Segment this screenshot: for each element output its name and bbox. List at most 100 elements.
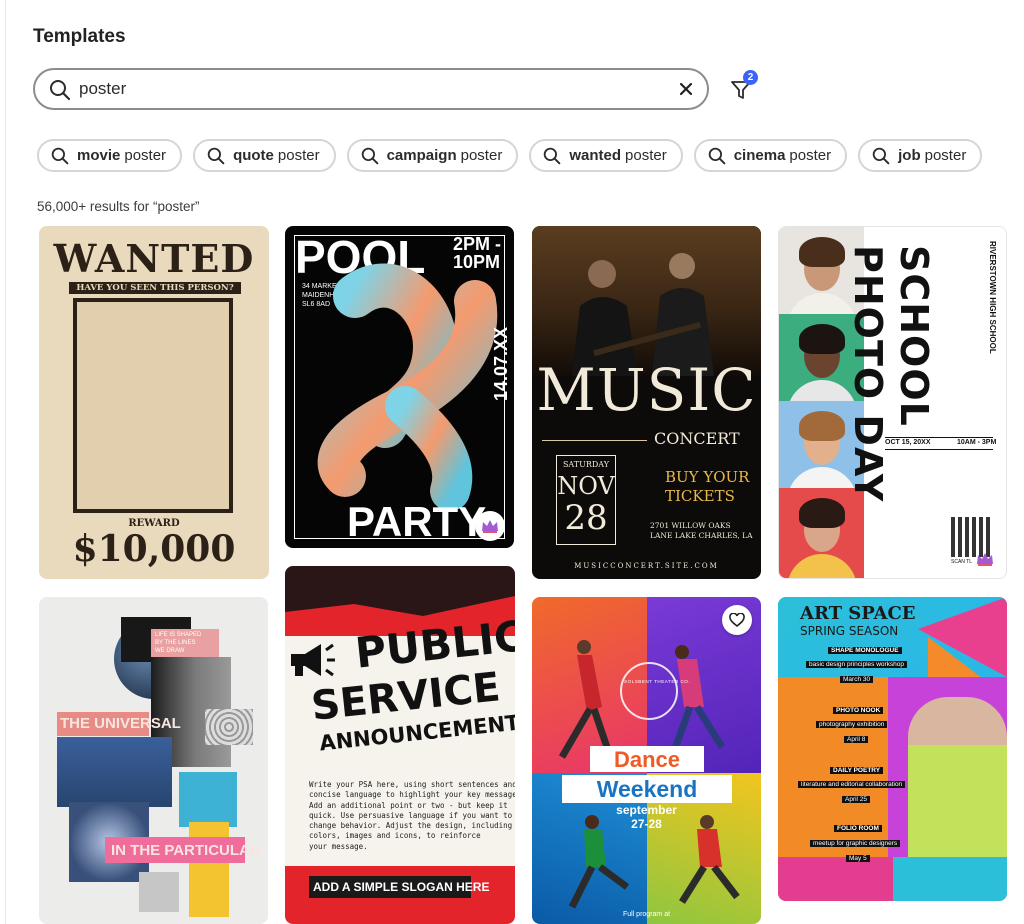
- art-event-date: May 5: [846, 855, 870, 862]
- music-day: SATURDAY: [562, 460, 610, 469]
- collage-title-1: THE UNIVERSAL: [60, 715, 181, 732]
- chip-job-poster[interactable]: job poster: [858, 139, 983, 172]
- pool-bottom-title: PARTY: [347, 498, 487, 545]
- psa-body-line: quick. Use persuasive language if you wa…: [309, 810, 513, 820]
- crown-icon: [977, 553, 993, 566]
- music-title: MUSIC: [536, 356, 757, 424]
- search-icon: [544, 147, 561, 164]
- music-cta-1: BUY YOUR: [665, 468, 750, 486]
- art-event-desc: photography exhibition: [816, 721, 888, 728]
- music-address-2: LANE LAKE CHARLES, LA: [650, 531, 753, 540]
- search-icon: [872, 147, 890, 164]
- psa-body-line: Write your PSA here, using short sentenc…: [309, 780, 515, 789]
- wanted-title: WANTED: [53, 236, 255, 281]
- school-title-2: PHOTO DAY: [846, 245, 890, 503]
- wanted-reward-amount: $10,000: [72, 528, 236, 570]
- crown-icon: [482, 520, 498, 533]
- template-card-the-universal[interactable]: LIFE IS SHAPED BY THE LINES WE DRAW THE …: [39, 597, 268, 924]
- panel-divider: [5, 0, 6, 924]
- search-icon: [207, 147, 225, 164]
- template-card-dance-weekend[interactable]: SOLSBENT THEATER CO. Dance Weekend septe…: [532, 597, 761, 924]
- music-rule: [542, 440, 647, 441]
- chip-suffix: poster: [277, 147, 320, 164]
- template-card-school-photo-day[interactable]: SCHOOL PHOTO DAY RIVERSTOWN HIGH SCHOOL …: [778, 226, 1007, 579]
- filter-count-badge: 2: [743, 70, 758, 85]
- chip-suffix: poster: [460, 147, 503, 164]
- dance-dates: 27-28: [631, 817, 662, 831]
- chip-movie-poster[interactable]: movie poster: [37, 139, 183, 172]
- art-title: ART SPACE: [800, 603, 916, 624]
- filter-button[interactable]: 2: [730, 70, 758, 102]
- music-cta-2: TICKETS: [665, 487, 735, 505]
- chip-keyword: campaign: [386, 147, 457, 164]
- art-event-name: PHOTO NOOK: [833, 707, 884, 714]
- art-person: [908, 697, 1007, 857]
- psa-slogan: ADD A SIMPLE SLOGAN HERE: [313, 880, 490, 894]
- chip-keyword: wanted: [569, 147, 622, 164]
- chip-quote-poster[interactable]: quote poster: [193, 139, 336, 172]
- collage-small-text-2: BY THE LINES: [155, 640, 196, 646]
- dance-circle-badge: [620, 662, 678, 720]
- school-date: OCT 15, 20XX: [885, 439, 931, 446]
- dance-circle-text: SOLSBENT THEATER CO.: [624, 679, 691, 684]
- pool-date: 14.07.XX: [491, 326, 511, 401]
- psa-body-line: Add an additional point or two - but kee…: [309, 800, 508, 810]
- collage-cyan-block: [179, 772, 237, 827]
- search-icon: [361, 147, 378, 164]
- chip-keyword: quote: [233, 147, 274, 164]
- art-event-name: SHAPE MONOLOGUE: [828, 647, 902, 654]
- chip-suffix: poster: [625, 147, 667, 164]
- search-bar[interactable]: [33, 68, 709, 110]
- template-card-pool-party[interactable]: POOL 2PM - 10PM 34 MARKET STREET MAIDENH…: [285, 226, 514, 548]
- chip-cinema-poster[interactable]: cinema poster: [693, 139, 848, 172]
- collage-blue-block: [57, 737, 172, 807]
- art-bottom-left: [778, 857, 893, 901]
- search-icon: [51, 147, 69, 164]
- art-bottom-right: [893, 857, 1007, 901]
- music-site: MUSICCONCERT.SITE.COM: [574, 562, 719, 570]
- art-event-desc: basic design principles workshop: [806, 661, 908, 668]
- search-icon: [708, 147, 726, 164]
- results-count: 56,000+ results for “poster”: [37, 199, 200, 214]
- art-event-name: FOLIO ROOM: [834, 825, 882, 832]
- art-event-date: March 30: [840, 676, 874, 683]
- favorite-button[interactable]: [722, 605, 752, 635]
- art-event-desc: meetup for graphic designers: [810, 840, 901, 847]
- psa-body-line: colors, images and icons, to reinforce: [309, 831, 481, 841]
- school-scan: SCAN TL: [951, 559, 973, 565]
- music-subtitle: CONCERT: [654, 429, 740, 448]
- chip-keyword: job: [898, 147, 921, 164]
- art-event-date: April 25: [842, 796, 871, 803]
- art-event-desc: literature and editorial collaboration: [798, 781, 906, 788]
- chip-keyword: cinema: [733, 147, 786, 164]
- megaphone-icon: [291, 643, 335, 677]
- collage-title-2: IN THE PARTICULAR: [111, 842, 261, 859]
- suggestion-chips: movie poster quote poster campaign poster w…: [37, 139, 983, 172]
- music-date-number: 28: [564, 498, 608, 538]
- music-month: NOV: [557, 472, 615, 500]
- panel-title: Templates: [33, 26, 126, 47]
- school-name: RIVERSTOWN HIGH SCHOOL: [988, 241, 997, 354]
- chip-campaign-poster[interactable]: campaign poster: [346, 139, 519, 172]
- template-card-art-space[interactable]: ART SPACE SPRING SEASON SHAPE MONOLOGUE …: [778, 597, 1007, 901]
- template-card-psa[interactable]: PUBLIC SERVICE ANNOUNCEMENT Write your P…: [285, 566, 515, 924]
- search-icon: [50, 80, 71, 101]
- chip-wanted-poster[interactable]: wanted poster: [529, 139, 683, 172]
- school-time: 10AM - 3PM: [957, 439, 997, 446]
- template-card-wanted[interactable]: WANTED HAVE YOU SEEN THIS PERSON? REWARD…: [39, 226, 269, 579]
- dance-footer: Full program at: [622, 911, 671, 918]
- wanted-subtitle: HAVE YOU SEEN THIS PERSON?: [76, 283, 234, 293]
- search-input[interactable]: [79, 78, 659, 100]
- wanted-photo-frame: [73, 298, 233, 513]
- template-card-music-concert[interactable]: MUSIC CONCERT SATURDAY NOV 28 BUY YOUR T…: [532, 226, 761, 579]
- collage-small-text-1: LIFE IS SHAPED: [155, 632, 202, 638]
- collage-small-text-3: WE DRAW: [155, 648, 185, 654]
- art-event-date: April 8: [844, 736, 869, 743]
- collage-swirl: [205, 709, 253, 745]
- chip-suffix: poster: [924, 147, 967, 164]
- art-event-name: DAILY POETRY: [830, 767, 884, 774]
- chip-suffix: poster: [124, 147, 167, 164]
- dance-title-2: Weekend: [596, 776, 698, 802]
- dance-month: september: [616, 803, 677, 817]
- close-icon[interactable]: [677, 80, 695, 98]
